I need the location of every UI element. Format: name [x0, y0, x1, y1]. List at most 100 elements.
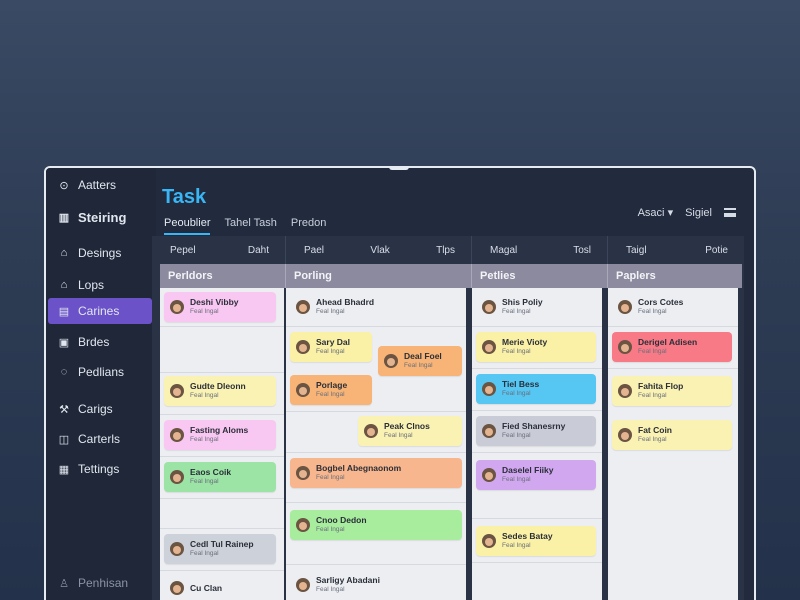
task-card[interactable]: Derigel Adisen Feal Ingal	[612, 332, 732, 362]
task-card[interactable]: Peak Clnos Feal Ingal	[358, 416, 462, 446]
task-card[interactable]: Cors Cotes Feal Ingal	[612, 292, 732, 322]
task-card[interactable]: Deshi Vibby Feal Ingal	[164, 292, 276, 322]
divider	[472, 410, 602, 411]
task-card[interactable]: Daselel Fiiky Feal Ingal	[476, 460, 596, 490]
chat-icon: ◌	[60, 366, 68, 378]
column-header-label[interactable]: Vlak	[370, 245, 389, 256]
task-card[interactable]: Sary Dal Feal Ingal	[290, 332, 372, 362]
sidebar-item-carines[interactable]: ▤ Carines	[48, 298, 158, 324]
task-card[interactable]: Gudte Dleonn Feal Ingal	[164, 376, 276, 406]
card-subtitle: Feal Ingal	[502, 390, 531, 397]
card-subtitle: Feal Ingal	[190, 478, 219, 485]
sidebar-item-label: Tettings	[78, 462, 120, 476]
task-card[interactable]: Shis Poliy Feal Ingal	[476, 292, 596, 322]
kanban-board: Pepel Daht Pael Vlak Tlps Magal Tosl Tai…	[152, 236, 744, 600]
tab-peoublier[interactable]: Peoublier	[164, 217, 211, 235]
group-header[interactable]: Petlies	[472, 264, 608, 288]
avatar	[384, 354, 398, 368]
tab-predon[interactable]: Predon	[291, 217, 326, 235]
window-notch	[389, 166, 409, 170]
sidebar-item-desings[interactable]: ⌂ Desings	[48, 240, 152, 266]
group-header[interactable]: Perldors	[160, 264, 286, 288]
avatar	[482, 382, 496, 396]
column-header-label[interactable]: Tlps	[436, 245, 455, 256]
group-header[interactable]: Porling	[286, 264, 472, 288]
column-header-label[interactable]: Taigl	[626, 245, 647, 256]
card-title: Derigel Adisen	[638, 337, 698, 347]
task-card[interactable]: Ahead Bhadrd Feal Ingal	[290, 292, 400, 322]
avatar	[618, 300, 632, 314]
hamburger-icon[interactable]	[724, 208, 736, 217]
column-header-label[interactable]: Tosl	[573, 245, 591, 256]
avatar	[170, 384, 184, 398]
sidebar-item-lops[interactable]: ⌂ Lops	[48, 272, 152, 298]
column-header-label[interactable]: Potie	[705, 245, 728, 256]
layout-icon: ◫	[58, 433, 70, 446]
task-card[interactable]: Fat Coin Feal Ingal	[612, 420, 732, 450]
sidebar-item-tettings[interactable]: ▦ Tettings	[48, 456, 152, 482]
divider	[286, 326, 466, 327]
divider	[286, 502, 466, 503]
task-card[interactable]: Merie Vioty Feal Ingal	[476, 332, 596, 362]
column-header-label[interactable]: Pael	[304, 245, 324, 256]
card-subtitle: Feal Ingal	[502, 348, 531, 355]
column-header-label[interactable]: Daht	[248, 245, 269, 256]
task-card[interactable]: Porlage Feal Ingal	[290, 375, 372, 405]
task-card[interactable]: Sedes Batay Feal Ingal	[476, 526, 596, 556]
task-card[interactable]: Tiel Bess Feal Ingal	[476, 374, 596, 404]
task-card[interactable]: Deal Foel Feal Ingal	[378, 346, 462, 376]
sidebar-item-carterls[interactable]: ◫ Carterls	[48, 426, 152, 452]
task-card[interactable]: Fahita Flop Feal Ingal	[612, 376, 732, 406]
column-header-row: Pepel Daht Pael Vlak Tlps Magal Tosl Tai…	[152, 236, 744, 264]
task-card[interactable]: Cnoo Dedon Feal Ingal	[290, 510, 462, 540]
group-header[interactable]: Paplers	[608, 264, 742, 288]
card-title: Daselel Fiiky	[502, 465, 554, 475]
sidebar-item-label: Penhisan	[78, 576, 129, 590]
card-subtitle: Feal Ingal	[190, 308, 219, 315]
task-card[interactable]: Cedl Tul Rainep Feal Ingal	[164, 534, 276, 564]
header-actions: Asaci ▾ Sigiel	[638, 206, 736, 219]
divider	[608, 326, 738, 327]
chevron-down-icon: ▾	[667, 207, 674, 219]
sidebar-item-app[interactable]: ⊙ Aatters	[48, 172, 152, 198]
sidebar-item-carigs[interactable]: ⚒ Carigs	[48, 396, 152, 422]
signal-link[interactable]: Sigiel	[685, 207, 712, 219]
card-subtitle: Feal Ingal	[502, 476, 531, 483]
card-title: Deshi Vibby	[190, 297, 239, 307]
card-title: Cedl Tul Rainep	[190, 539, 254, 549]
card-title: Fied Shanesrny	[502, 421, 566, 431]
task-card[interactable]: Sarligy Abadani Feal Ingal	[290, 570, 462, 600]
column-header-label[interactable]: Magal	[490, 245, 517, 256]
avatar	[482, 534, 496, 548]
sidebar-item-penhisan[interactable]: ♙ Penhisan	[48, 570, 152, 596]
avatar	[296, 518, 310, 532]
card-title: Shis Poliy	[502, 297, 543, 307]
divider	[472, 368, 602, 369]
column-header: Magal Tosl	[472, 236, 608, 264]
card-title: Gudte Dleonn	[190, 381, 246, 391]
sidebar-item-pedlians[interactable]: ◌ Pedlians	[48, 359, 152, 385]
avatar	[296, 383, 310, 397]
divider	[472, 562, 602, 563]
card-subtitle: Feal Ingal	[502, 308, 531, 315]
group-header-row: Perldors Porling Petlies Paplers	[160, 264, 742, 288]
avatar	[296, 578, 310, 592]
sidebar-item-brdes[interactable]: ▣ Brdes	[48, 329, 152, 355]
task-card[interactable]: Cu Clan	[164, 576, 276, 600]
card-subtitle: Feal Ingal	[316, 308, 345, 315]
task-card[interactable]: Eaos Coik Feal Ingal	[164, 462, 276, 492]
card-title: Bogbel Abegnaonom	[316, 463, 402, 473]
card-title: Tiel Bess	[502, 379, 540, 389]
card-title: Cnoo Dedon	[316, 515, 367, 525]
card-subtitle: Feal Ingal	[190, 392, 219, 399]
column-header-label[interactable]: Pepel	[170, 245, 196, 256]
task-card[interactable]: Bogbel Abegnaonom Feal Ingal	[290, 458, 462, 488]
task-card[interactable]: Fied Shanesrny Feal Ingal	[476, 416, 596, 446]
task-card[interactable]: Fasting Aloms Feal Ingal	[164, 420, 276, 450]
user-menu[interactable]: Asaci ▾	[638, 206, 674, 219]
tab-tahel-tash[interactable]: Tahel Tash	[224, 217, 276, 235]
user-name: Asaci	[637, 207, 665, 219]
avatar	[170, 542, 184, 556]
sidebar: ⊙ Aatters ▥ Steiring ⌂ Desings ⌂ Lops ▤ …	[46, 168, 158, 600]
sidebar-item-steiring[interactable]: ▥ Steiring	[48, 204, 152, 230]
